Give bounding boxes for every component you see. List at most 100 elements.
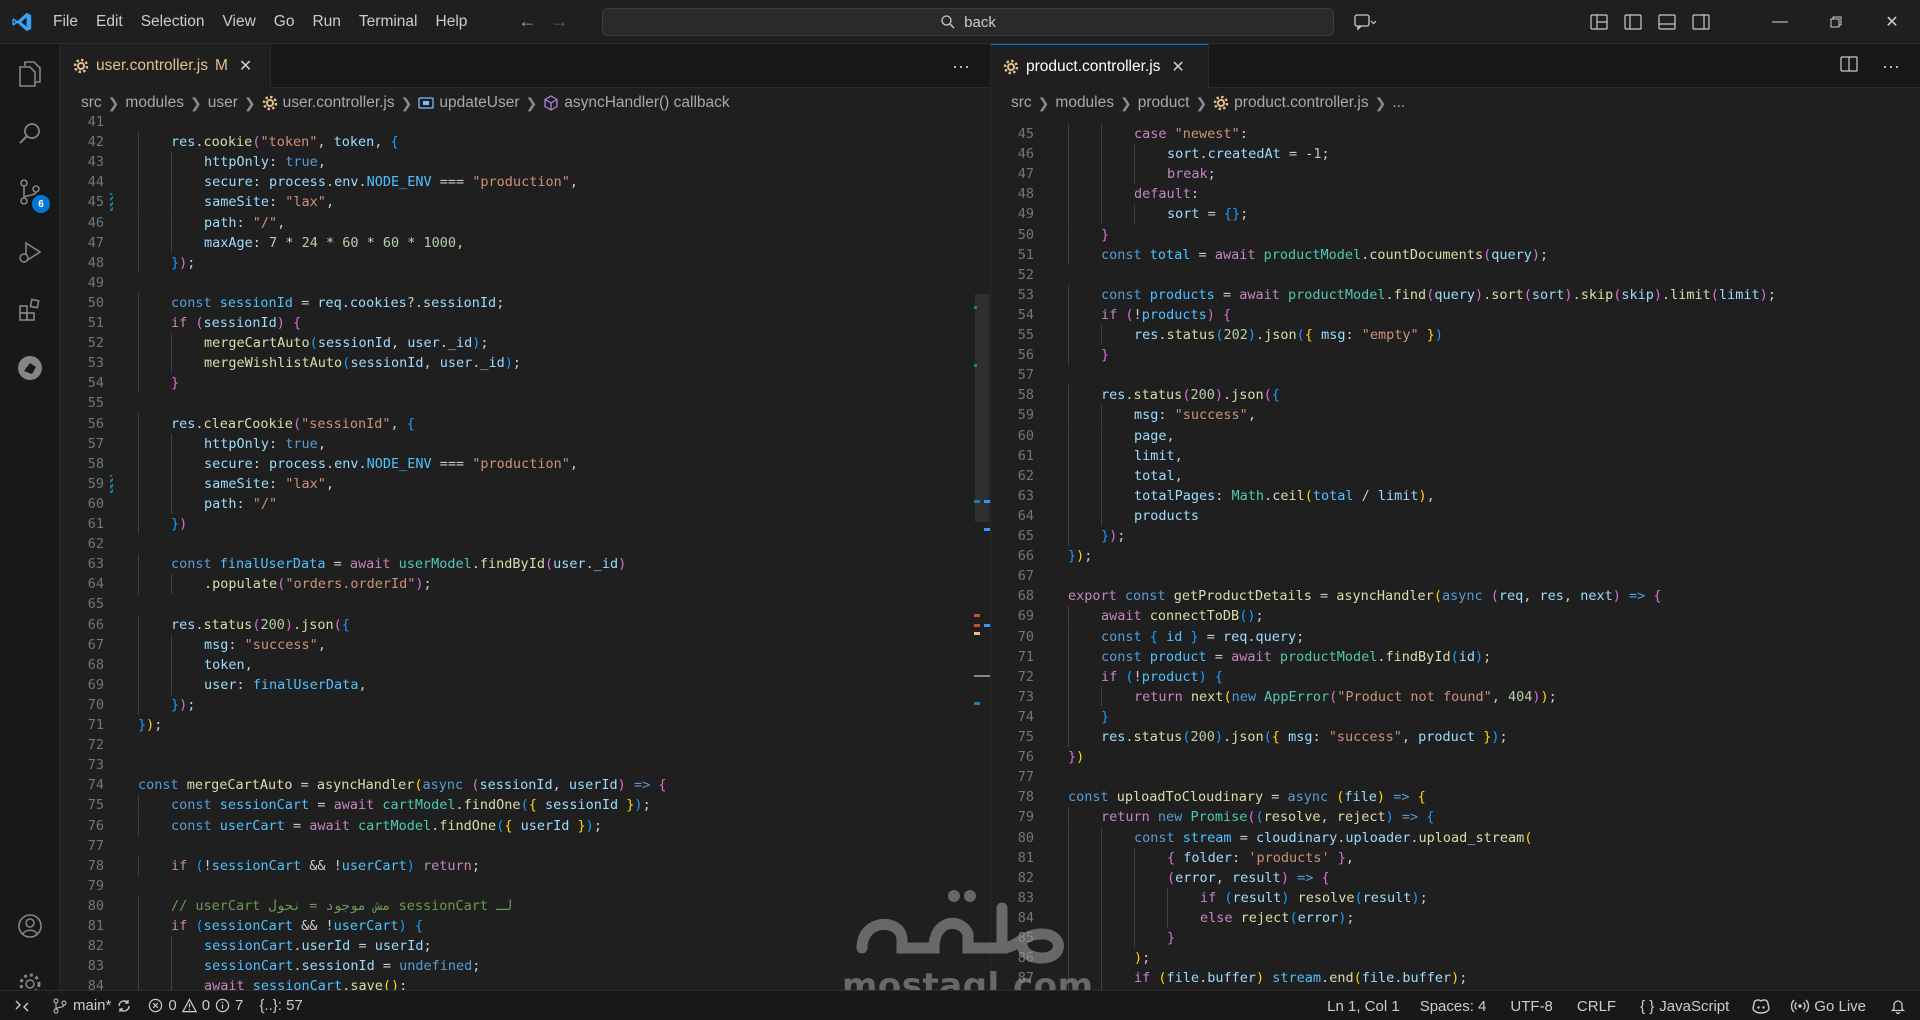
code-line[interactable]: 47 maxAge: 7 * 24 * 60 * 60 * 1000, [61,232,990,253]
code-line[interactable]: 52 mergeCartAuto(sessionId, user._id); [61,333,990,354]
code-line[interactable]: 53 const products = await productModel.fi… [991,284,1920,305]
code-line[interactable]: 58 secure: process.env.NODE_ENV === "prod… [61,453,990,474]
code-line[interactable]: 50} [991,224,1920,245]
code-line[interactable]: 47 break; [991,164,1920,185]
menu-go[interactable]: Go [265,0,304,44]
code-line[interactable]: 63 const finalUserData = await userModel.… [61,554,990,575]
breadcrumb-item[interactable]: user [208,94,238,112]
code-line[interactable]: 77 [61,836,990,856]
modified-line-gutter-mark[interactable] [110,474,113,493]
breadcrumb-item[interactable]: src [1011,94,1032,112]
indentation[interactable]: Spaces: 4 [1408,991,1499,1020]
code-line[interactable]: 75 const sessionCart = await cartModel.fi… [61,795,990,816]
code-line[interactable]: 81 if (sessionCart && !userCart) { [61,916,990,936]
code-line[interactable]: 61 limit, [991,445,1920,466]
code-line[interactable]: 71 const product = await productModel.fin… [991,646,1920,667]
code-line[interactable]: 43 httpOnly: true, [61,152,990,173]
code-line[interactable]: 80 // userCart مش موجود = نحول sessionCar… [61,895,990,916]
more-actions-icon[interactable]: ··· [1882,56,1900,77]
code-line[interactable]: 68 token, [61,654,990,675]
code-line[interactable]: 66 res.status(200).json({ [61,614,990,635]
breadcrumb-item[interactable]: updateUser [439,94,519,112]
encoding[interactable]: UTF-8 [1498,991,1565,1020]
code-line[interactable]: 66}); [991,546,1920,566]
code-line[interactable]: 69 await connectToDB(); [991,606,1920,627]
accounts-icon[interactable] [0,898,60,954]
code-line[interactable]: 46 sort.createdAt = -1; [991,144,1920,165]
code-line[interactable]: 60 path: "/" [61,493,990,514]
code-line[interactable]: 50 const sessionId = req.cookies?.session… [61,292,990,313]
code-line[interactable]: 52 [991,265,1920,285]
code-line[interactable]: 51 const total = await productModel.count… [991,244,1920,265]
close-tab-icon[interactable]: ✕ [1171,57,1184,77]
breadcrumb-item[interactable]: modules [125,94,184,112]
code-line[interactable]: 54} [61,373,990,394]
code-line[interactable]: 75 res.status(200).json({ msg: "success",… [991,727,1920,747]
code-line[interactable]: 56} [991,345,1920,366]
modified-line-gutter-mark[interactable] [110,193,113,212]
code-line[interactable]: 63 totalPages: Math.ceil(total / limit), [991,485,1920,506]
split-editor-icon[interactable] [1840,55,1858,77]
code-line[interactable]: 53 mergeWishlistAuto(sessionId, user._id)… [61,353,990,374]
menu-run[interactable]: Run [303,0,349,44]
code-line[interactable]: 57 [991,365,1920,385]
notifications-bell-icon[interactable] [1876,991,1920,1020]
code-line[interactable]: 68 export const getProductDetails = async… [991,586,1920,606]
problems-status[interactable]: 0 0 7 [140,991,251,1020]
code-line[interactable]: 57 httpOnly: true, [61,433,990,454]
breadcrumb-item[interactable]: product.controller.js [1234,94,1368,112]
breadcrumb-item[interactable]: user.controller.js [283,94,395,112]
code-line[interactable]: 45 case "newest": [991,124,1920,144]
code-line[interactable]: 44 secure: process.env.NODE_ENV === "prod… [61,172,990,193]
breadcrumb-item[interactable]: ... [1392,94,1405,112]
code-line[interactable]: 85} [991,928,1920,948]
code-line[interactable]: 64 products [991,505,1920,526]
code-line[interactable]: 58 res.status(200).json({ [991,385,1920,406]
tab-user-controller[interactable]: user.controller.js M ✕ [61,44,271,88]
back-arrow-icon[interactable]: ← [518,11,536,32]
copilot-chat-icon[interactable] [1348,0,1382,44]
remote-explorer-icon[interactable] [0,340,60,396]
menu-file[interactable]: File [44,0,87,44]
code-line[interactable]: 79 return new Promise((resolve, reject) =… [991,807,1920,828]
menu-edit[interactable]: Edit [87,0,132,44]
code-line[interactable]: 87 if (file.buffer) stream.end(file.buffe… [991,968,1920,989]
code-line[interactable]: 41 [61,112,990,132]
code-line[interactable]: 83 if (result) resolve(result); [991,887,1920,908]
code-line[interactable]: 59 msg: "success", [991,405,1920,426]
code-line[interactable]: 84 await sessionCart.save(); [61,976,990,990]
code-line[interactable]: 78 if (!sessionCart && !userCart) return; [61,855,990,876]
cursor-position[interactable]: Ln 1, Col 1 [1319,991,1408,1020]
extensions-icon[interactable] [0,282,60,338]
menu-terminal[interactable]: Terminal [350,0,427,44]
code-line[interactable]: 81 { folder: 'products' }, [991,847,1920,868]
code-line[interactable]: 62 [61,534,990,554]
restore-icon[interactable] [1808,0,1864,44]
toggle-secondary-sidebar-icon[interactable] [1684,0,1718,44]
code-line[interactable]: 49 sort = {}; [991,204,1920,225]
code-line[interactable]: 76 const userCart = await cartModel.findO… [61,815,990,836]
code-line[interactable]: 64 .populate("orders.orderId"); [61,574,990,595]
code-line[interactable]: 82 sessionCart.userId = userId; [61,936,990,957]
code-line[interactable]: 65 [61,594,990,614]
code-line[interactable]: 69 user: finalUserData, [61,674,990,695]
close-tab-icon[interactable]: ✕ [239,56,252,76]
code-line[interactable]: 54 if (!products) { [991,304,1920,325]
code-line[interactable]: 51 if (sessionId) { [61,313,990,333]
minimize-icon[interactable]: — [1752,0,1808,44]
code-line[interactable]: 79 [61,876,990,896]
code-line[interactable]: 42 res.cookie("token", token, { [61,132,990,153]
code-line[interactable]: 72 [61,735,990,755]
code-line[interactable]: 48}); [61,252,990,273]
more-actions-icon[interactable]: ··· [952,44,970,88]
code-line[interactable]: 86); [991,948,1920,969]
command-center-search[interactable]: back [602,8,1334,36]
search-sidebar-icon[interactable] [0,106,60,162]
code-line[interactable]: 48 default: [991,184,1920,205]
selection-status[interactable]: {..}: 57 [251,991,310,1020]
code-line[interactable]: 84 else reject(error); [991,907,1920,928]
code-line[interactable]: 82 (error, result) => { [991,867,1920,888]
code-line[interactable]: 46 path: "/", [61,212,990,233]
code-line[interactable]: 76}) [991,747,1920,767]
line-endings[interactable]: CRLF [1565,991,1628,1020]
